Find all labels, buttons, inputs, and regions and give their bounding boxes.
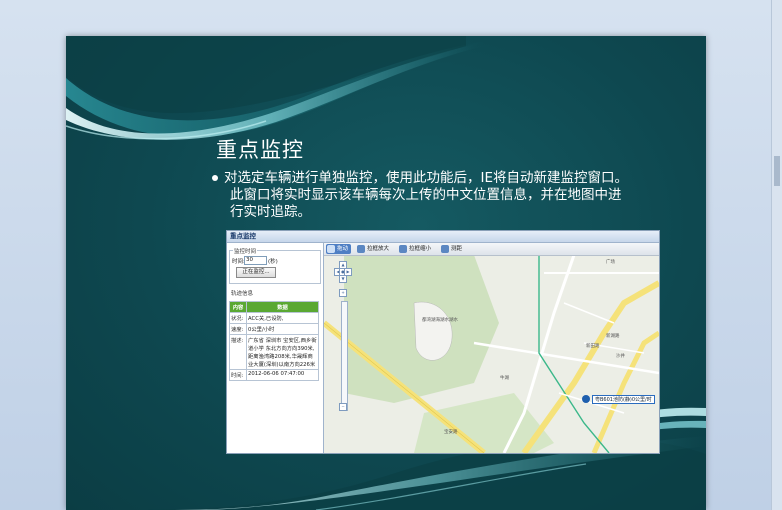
slide: 重点监控 对选定车辆进行单独监控，使用此功能后，IE将自动新建监控窗口。 此窗口… (66, 36, 706, 510)
map-nav-control: ▲ ◀ ● ▶ ▼ + − (334, 259, 352, 411)
row-value: ACC关,已设防, (246, 312, 319, 324)
row-key: 描述: (229, 334, 247, 370)
interval-input[interactable]: 30 (244, 256, 267, 265)
zoom-in-box-button[interactable]: 拉框放大 (356, 244, 392, 254)
map-label: 广场 (606, 260, 615, 265)
group-label: 轨迹信息 (230, 289, 255, 297)
window-title: 重点监控 (227, 231, 659, 243)
bullet-icon (212, 175, 218, 181)
row-key: 状况: (229, 312, 247, 324)
map-label: 新湖路 (606, 334, 620, 339)
table-row: 速度: 0公里/小时 (229, 323, 319, 335)
table-row: 时间: 2012-06-06 07:47:00 (229, 369, 319, 381)
zoom-in-button[interactable]: + (339, 289, 347, 297)
time-unit: (秒) (268, 259, 278, 265)
vertical-scrollbar[interactable] (771, 0, 782, 510)
scrollbar-thumb[interactable] (774, 156, 780, 186)
time-label: 时间: (232, 259, 245, 265)
map-label: 宝安路 (444, 430, 458, 435)
tool-label: 拖动 (337, 246, 349, 252)
table-header: 内容 (229, 301, 247, 313)
body-line: 对选定车辆进行单独监控，使用此功能后，IE将自动新建监控窗口。 (224, 170, 629, 186)
map-label: 新田路 (586, 344, 600, 349)
table-row: 描述: 广东省 深圳市 宝安区,西乡街道小学 东北方向方向390米,距离渔湾路2… (229, 334, 319, 370)
slide-body: 对选定车辆进行单独监控，使用此功能后，IE将自动新建监控窗口。 此窗口将实时显示… (224, 170, 674, 221)
map-label: 都湾湖海湖水湖水 (422, 318, 458, 323)
hand-icon (327, 245, 335, 253)
row-key: 时间: (229, 369, 247, 381)
zoom-slider[interactable] (341, 301, 348, 411)
tool-label: 拉框缩小 (409, 246, 432, 252)
row-value: 0公里/小时 (246, 323, 319, 335)
left-panel: 监控时间 时间: 30 (秒) 正在监控... 轨迹信息 内容 数据 状况: A… (227, 243, 324, 453)
tool-label: 测距 (451, 246, 463, 252)
map-view[interactable]: 拖动 拉框放大 拉框缩小 测距 ▲ ◀ ● ▶ ▼ + − 都湾湖海湖水湖水 牛… (324, 243, 659, 453)
row-value: 广东省 深圳市 宝安区,西乡街道小学 东北方向方向390米,距离渔湾路208米,… (246, 334, 319, 370)
zoom-out-icon (399, 245, 407, 253)
monitor-time-group: 监控时间 时间: 30 (秒) 正在监控... (229, 247, 321, 284)
track-info-table: 内容 数据 状况: ACC关,已设防, 速度: 0公里/小时 描述: 广东省 深… (229, 301, 319, 381)
pan-tool-button[interactable]: 拖动 (326, 244, 352, 254)
monitoring-button[interactable]: 正在监控... (236, 267, 276, 278)
slide-title: 重点监控 (216, 138, 304, 162)
zoom-out-button[interactable]: − (339, 403, 347, 411)
zoom-out-box-button[interactable]: 拉框缩小 (398, 244, 434, 254)
table-header-row: 内容 数据 (229, 301, 319, 313)
map-label: 牛湖 (500, 376, 509, 381)
row-key: 速度: (229, 323, 247, 335)
embedded-screenshot: 重点监控 监控时间 时间: 30 (秒) 正在监控... 轨迹信息 内容 数据 … (226, 230, 660, 454)
tool-label: 拉框放大 (367, 246, 390, 252)
table-header: 数据 (246, 301, 319, 313)
zoom-in-icon (357, 245, 365, 253)
row-value: 2012-06-06 07:47:00 (246, 369, 319, 381)
group-label: 监控时间 (233, 247, 258, 255)
map-canvas[interactable] (324, 243, 659, 453)
ruler-icon (441, 245, 449, 253)
map-label: 沙井 (616, 354, 625, 359)
vehicle-label[interactable]: 粤B601池防(静)0公里/时 (592, 395, 655, 404)
measure-button[interactable]: 测距 (440, 244, 465, 254)
vehicle-marker-icon[interactable] (582, 395, 590, 403)
body-line: 行实时追踪。 (230, 204, 311, 220)
pan-down-button[interactable]: ▼ (339, 275, 347, 283)
table-row: 状况: ACC关,已设防, (229, 312, 319, 324)
map-toolbar: 拖动 拉框放大 拉框缩小 测距 (324, 243, 659, 256)
body-line: 此窗口将实时显示该车辆每次上传的中文位置信息，并在地图中进 (230, 187, 622, 203)
